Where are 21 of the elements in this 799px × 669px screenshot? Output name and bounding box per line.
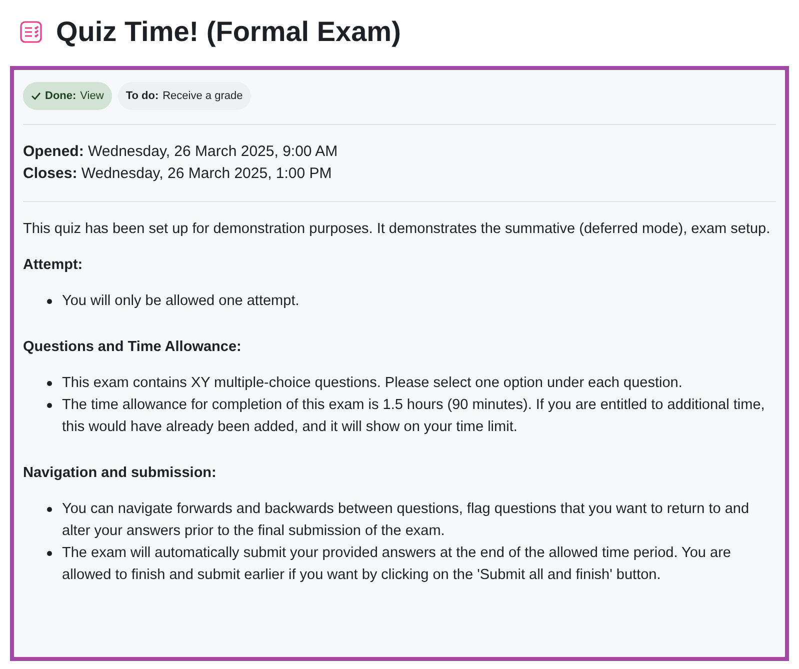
list-item: The exam will automatically submit your provided answers at the end of the allowed time period. You are allowed to finish and submit earlier if you want by clicking on the 'Submit all and finish' button.	[62, 544, 732, 585]
completion-badge: To do: Receive a grade	[118, 82, 251, 110]
check-icon	[31, 91, 41, 101]
page-title: Quiz Time! (Formal Exam)	[56, 18, 401, 46]
intro-paragraph: This quiz has been set up for demonstration purposes. It demonstrates the summative (deferred mode), exam setup.	[23, 220, 772, 239]
list-item: The time allowance for completion of this exam is 1.5 hours (90 minutes). If you are entitled to additional time, this would have already been added, and it will show on your time limit.	[62, 396, 766, 437]
section-heading: Questions and Time Allowance:	[23, 338, 242, 357]
list-item: You can navigate forwards and backwards between questions, flag questions that you want to return to and alter your answers prior to the final submission of the exam.	[62, 500, 750, 541]
completion-badge: Done: View	[23, 82, 112, 110]
bullet-icon	[47, 507, 52, 512]
bullet-icon	[47, 551, 52, 556]
section-heading: Attempt:	[23, 256, 84, 275]
date-line: Closes: Wednesday, 26 March 2025, 1:00 PM	[23, 164, 333, 184]
section-heading: Navigation and submission:	[23, 464, 218, 483]
bullet-icon	[47, 381, 52, 386]
bullet-icon	[47, 299, 52, 304]
quiz-icon	[20, 21, 42, 43]
date-line: Opened: Wednesday, 26 March 2025, 9:00 AM	[23, 142, 339, 162]
bullet-icon	[47, 403, 52, 408]
list-item: This exam contains XY multiple-choice questions. Please select one option under each question.	[62, 374, 682, 393]
list-item: You will only be allowed one attempt.	[62, 292, 300, 311]
